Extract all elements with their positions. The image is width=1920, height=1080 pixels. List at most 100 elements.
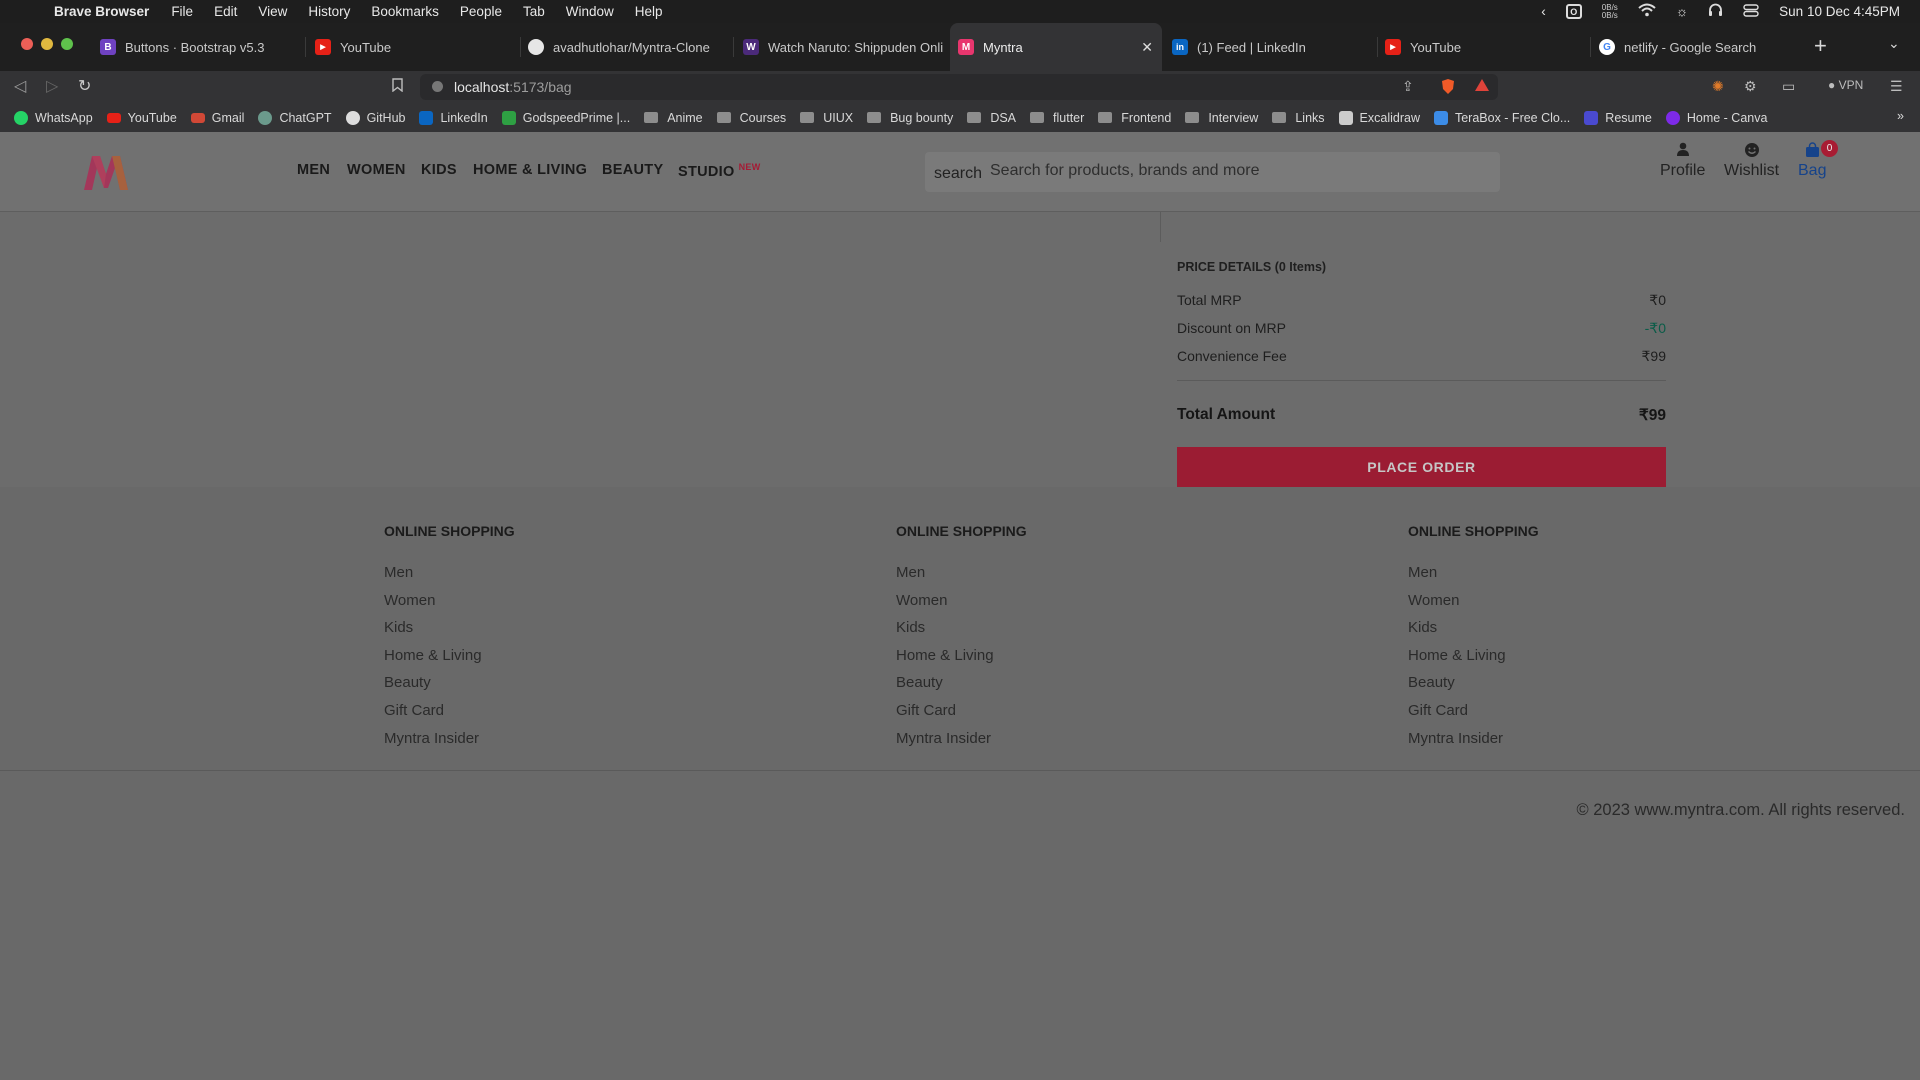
footer-link-women[interactable]: Women — [384, 587, 515, 615]
nav-studio[interactable]: STUDIO NEW — [678, 162, 761, 180]
brave-rewards-icon[interactable] — [1474, 78, 1490, 95]
tab-bootstrap[interactable]: B Buttons · Bootstrap v5.3 — [100, 23, 300, 71]
menu-bookmarks[interactable]: Bookmarks — [371, 4, 439, 19]
tab-list-chevron-down-icon[interactable]: ⌄ — [1888, 35, 1900, 52]
window-minimize-button[interactable] — [41, 38, 53, 50]
footer-link-myntra-insider[interactable]: Myntra Insider — [1408, 725, 1539, 753]
bookmark-linkedin[interactable]: LinkedIn — [419, 110, 488, 125]
menu-help[interactable]: Help — [635, 4, 663, 19]
footer-link-home-living[interactable]: Home & Living — [384, 642, 515, 670]
main-menu-icon[interactable]: ☰ — [1890, 78, 1903, 95]
footer-link-beauty[interactable]: Beauty — [896, 669, 1027, 697]
menu-window[interactable]: Window — [566, 4, 614, 19]
brave-shields-icon[interactable] — [1440, 78, 1456, 98]
control-center-icon[interactable] — [1743, 3, 1759, 20]
forward-arrow-icon[interactable]: ▷ — [46, 76, 58, 96]
bookmark-chatgpt[interactable]: ChatGPT — [258, 110, 332, 125]
footer-link-men[interactable]: Men — [384, 559, 515, 587]
search-bar[interactable]: search Search for products, brands and m… — [925, 152, 1500, 192]
app-status-icon[interactable]: O — [1565, 4, 1582, 19]
menu-file[interactable]: File — [171, 4, 193, 19]
menu-app-name[interactable]: Brave Browser — [54, 4, 149, 19]
reload-icon[interactable]: ↻ — [78, 76, 91, 96]
footer-link-kids[interactable]: Kids — [1408, 614, 1539, 642]
nav-men[interactable]: MEN — [297, 162, 330, 178]
tab-myntra[interactable]: M Myntra ✕ — [950, 23, 1162, 71]
footer-link-beauty[interactable]: Beauty — [384, 669, 515, 697]
menu-people[interactable]: People — [460, 4, 502, 19]
footer-link-men[interactable]: Men — [896, 559, 1027, 587]
menu-edit[interactable]: Edit — [214, 4, 237, 19]
new-tab-plus-icon[interactable]: + — [1814, 33, 1827, 59]
chevron-left-icon[interactable]: ‹ — [1541, 4, 1546, 19]
address-bar[interactable]: localhost:5173/bag — [420, 74, 1498, 100]
window-zoom-button[interactable] — [61, 38, 73, 50]
bookmark-godspeedprime[interactable]: GodspeedPrime |... — [501, 110, 630, 125]
tab-github[interactable]: avadhutlohar/Myntra-Clone — [528, 23, 728, 71]
extensions-icon[interactable]: ⚙ — [1744, 78, 1757, 95]
share-icon[interactable]: ⇪ — [1402, 78, 1414, 95]
footer-link-gift-card[interactable]: Gift Card — [384, 697, 515, 725]
tab-linkedin[interactable]: in (1) Feed | LinkedIn — [1172, 23, 1372, 71]
url-text[interactable]: localhost:5173/bag — [454, 79, 572, 95]
footer-link-kids[interactable]: Kids — [384, 614, 515, 642]
bookmark-youtube[interactable]: YouTube — [106, 111, 177, 125]
footer-link-men[interactable]: Men — [1408, 559, 1539, 587]
clock[interactable]: Sun 10 Dec 4:45PM — [1779, 4, 1900, 19]
footer-link-women[interactable]: Women — [896, 587, 1027, 615]
more-bookmarks-chevron-icon[interactable]: » — [1897, 109, 1904, 123]
bookmark-folder-bug-bounty[interactable]: Bug bounty — [867, 111, 953, 125]
bookmark-resume[interactable]: Resume — [1584, 110, 1652, 125]
bookmark-folder-dsa[interactable]: DSA — [967, 111, 1016, 125]
bookmark-folder-frontend[interactable]: Frontend — [1098, 111, 1171, 125]
bookmark-canva[interactable]: Home - Canva — [1665, 110, 1767, 125]
nav-home-living[interactable]: HOME & LIVING — [473, 162, 587, 178]
menu-history[interactable]: History — [308, 4, 350, 19]
nav-kids[interactable]: KIDS — [421, 162, 457, 178]
bag-action[interactable]: Bag 0 — [1798, 140, 1838, 180]
tab-youtube-2[interactable]: ▶ YouTube — [1385, 23, 1585, 71]
back-arrow-icon[interactable]: ◁ — [14, 76, 26, 96]
footer-link-myntra-insider[interactable]: Myntra Insider — [384, 725, 515, 753]
bookmark-terabox[interactable]: TeraBox - Free Clo... — [1433, 110, 1570, 125]
footer-link-women[interactable]: Women — [1408, 587, 1539, 615]
bookmark-icon[interactable] — [392, 78, 403, 95]
myntra-logo-icon[interactable] — [80, 152, 132, 192]
search-input[interactable]: Search for products, brands and more — [990, 162, 1259, 180]
bookmark-folder-courses[interactable]: Courses — [716, 111, 786, 125]
menu-view[interactable]: View — [258, 4, 287, 19]
wifi-icon[interactable] — [1638, 3, 1656, 20]
bookmark-excalidraw[interactable]: Excalidraw — [1338, 110, 1420, 125]
place-order-button[interactable]: PLACE ORDER — [1177, 447, 1666, 487]
bookmark-github[interactable]: GitHub — [345, 110, 405, 125]
site-info-icon[interactable] — [432, 81, 443, 92]
nav-beauty[interactable]: BEAUTY — [602, 162, 663, 178]
bookmark-folder-flutter[interactable]: flutter — [1030, 111, 1084, 125]
sidebar-icon[interactable]: ▭ — [1782, 78, 1795, 95]
footer-link-home-living[interactable]: Home & Living — [896, 642, 1027, 670]
bookmark-gmail[interactable]: Gmail — [190, 111, 244, 125]
footer-link-kids[interactable]: Kids — [896, 614, 1027, 642]
headphones-icon[interactable] — [1708, 3, 1723, 20]
bookmark-whatsapp[interactable]: WhatsApp — [14, 110, 93, 125]
wishlist-action[interactable]: Wishlist — [1724, 142, 1779, 180]
tab-youtube-1[interactable]: ▶ YouTube — [315, 23, 515, 71]
nav-women[interactable]: WOMEN — [347, 162, 406, 178]
wallet-icon[interactable]: ✺ — [1712, 78, 1724, 95]
bookmark-folder-links[interactable]: Links — [1272, 111, 1325, 125]
close-tab-icon[interactable]: ✕ — [1141, 39, 1153, 56]
brightness-icon[interactable]: ☼ — [1676, 4, 1688, 19]
footer-link-gift-card[interactable]: Gift Card — [1408, 697, 1539, 725]
footer-link-gift-card[interactable]: Gift Card — [896, 697, 1027, 725]
tab-naruto[interactable]: W Watch Naruto: Shippuden Onli — [743, 23, 943, 71]
profile-action[interactable]: Profile — [1660, 142, 1705, 180]
footer-link-home-living[interactable]: Home & Living — [1408, 642, 1539, 670]
tab-google-search[interactable]: G netlify - Google Search — [1599, 23, 1804, 71]
bookmark-folder-interview[interactable]: Interview — [1185, 111, 1258, 125]
menu-tab[interactable]: Tab — [523, 4, 545, 19]
footer-link-myntra-insider[interactable]: Myntra Insider — [896, 725, 1027, 753]
bookmark-folder-anime[interactable]: Anime — [644, 111, 703, 125]
bookmark-folder-uiux[interactable]: UIUX — [800, 111, 853, 125]
footer-link-beauty[interactable]: Beauty — [1408, 669, 1539, 697]
vpn-button[interactable]: ● VPN — [1828, 78, 1863, 92]
